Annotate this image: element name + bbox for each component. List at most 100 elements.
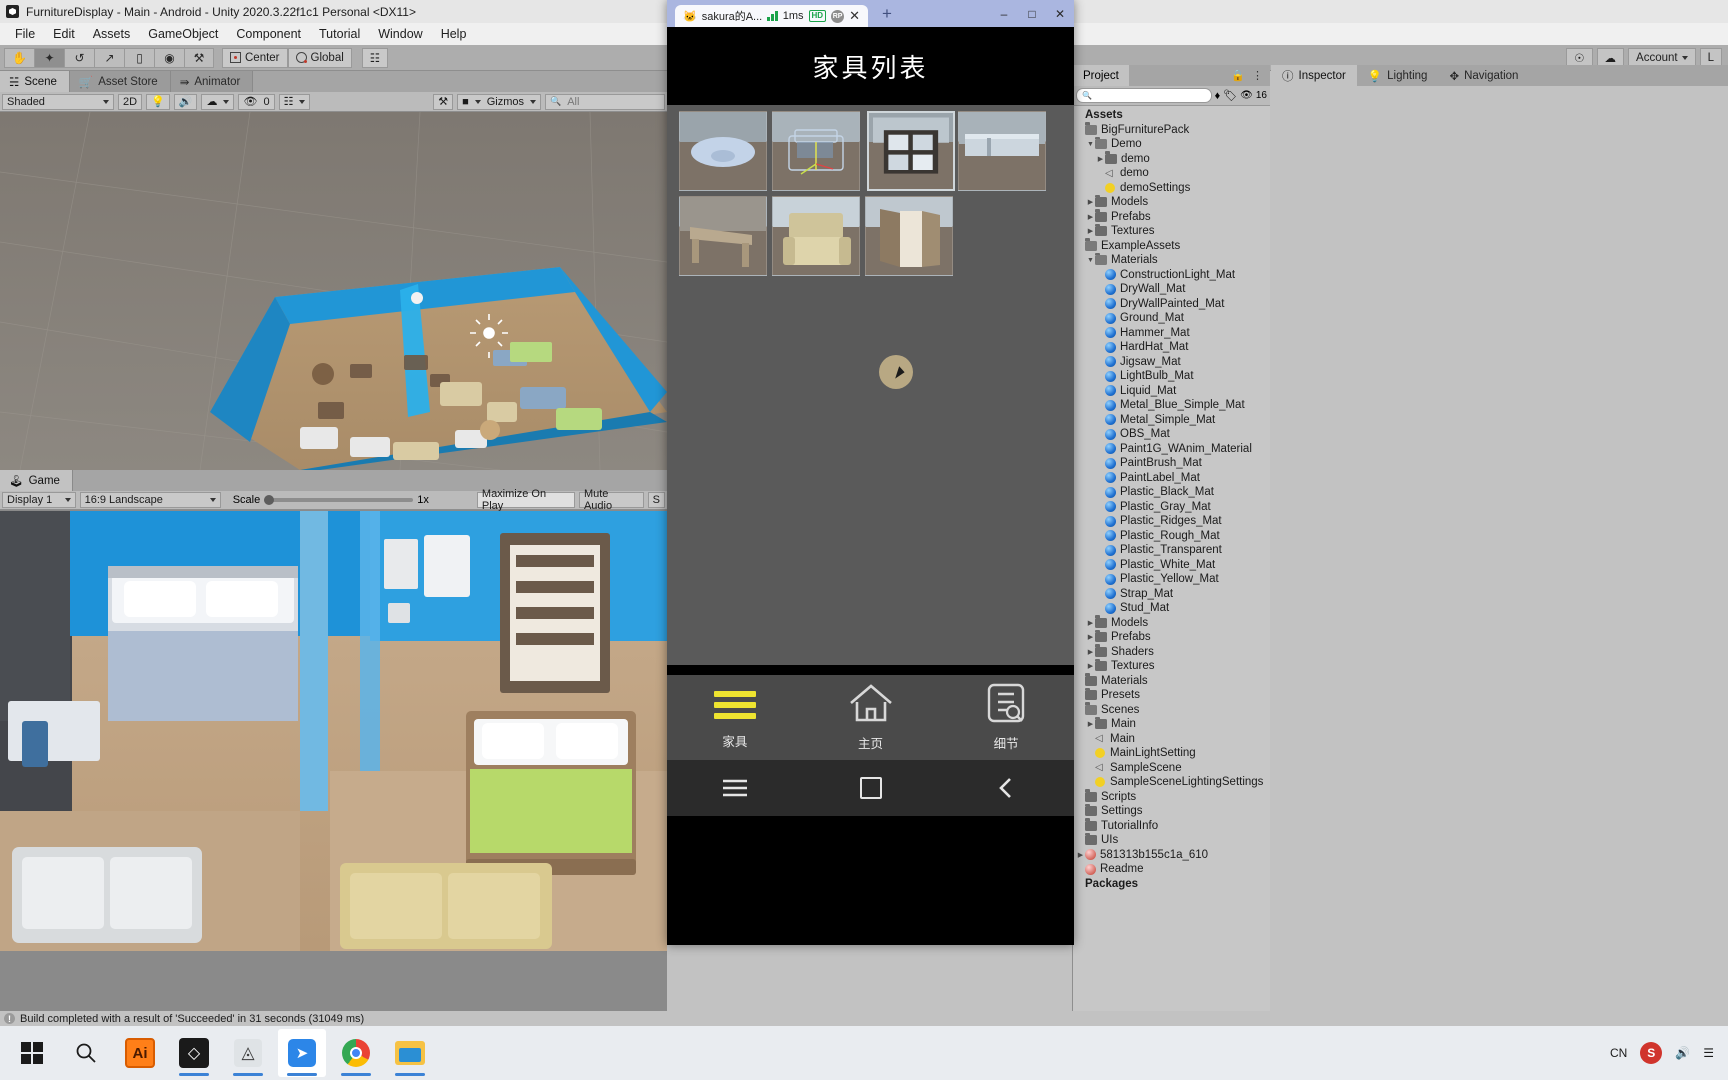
project-tree-item[interactable]: Paint1G_WAnim_Material [1073,442,1270,457]
chevron-right-icon[interactable]: ▶ [1076,851,1085,859]
project-tree-item[interactable]: Scripts [1073,789,1270,805]
project-tree-item[interactable]: Plastic_Yellow_Mat [1073,572,1270,587]
tab-navigation[interactable]: ✥ Navigation [1438,65,1529,86]
project-tree-item[interactable]: PaintBrush_Mat [1073,456,1270,471]
project-tree-item[interactable]: Plastic_Ridges_Mat [1073,514,1270,529]
project-tree-item[interactable]: Metal_Simple_Mat [1073,413,1270,428]
fx-dropdown[interactable]: ☁ [201,93,235,110]
project-tree-item[interactable]: demoSettings [1073,181,1270,196]
furniture-item-desk[interactable] [679,196,767,276]
close-icon[interactable]: ✕ [849,8,860,24]
nav-item-details[interactable]: 细节 [938,675,1074,760]
kebab-menu-icon[interactable]: ⋮ [1252,69,1263,82]
scene-lighting-toggle[interactable]: 💡 [146,93,170,110]
project-search-input[interactable]: 🔍 [1076,88,1212,103]
chevron-down-icon[interactable]: ▼ [1086,257,1095,264]
search-button[interactable] [62,1029,110,1077]
project-tree-item[interactable]: PaintLabel_Mat [1073,471,1270,486]
hand-tool-icon[interactable]: ✋ [4,47,34,68]
project-tree-item[interactable]: Metal_Blue_Simple_Mat [1073,398,1270,413]
filter-by-label-icon[interactable]: 🏷 [1223,89,1237,102]
project-tree-item[interactable]: ExampleAssets [1073,238,1270,254]
start-button[interactable] [8,1029,56,1077]
lock-icon[interactable]: 🔒 [1231,69,1245,82]
tab-inspector[interactable]: ⓘ Inspector [1271,65,1357,86]
furniture-item-sofa[interactable] [772,111,860,191]
menu-item-help[interactable]: Help [432,25,476,43]
draw-mode-dropdown[interactable]: Shaded [2,93,114,110]
project-tree-item[interactable]: ▶ 581313b155c1a_610 [1073,848,1270,863]
project-tree-item[interactable]: ◁ demo [1073,166,1270,181]
chevron-right-icon[interactable]: ▶ [1086,633,1095,641]
project-tree-item[interactable]: ▶ Models [1073,615,1270,631]
menu-item-gameobject[interactable]: GameObject [139,25,227,43]
project-tree-item[interactable]: Materials [1073,673,1270,689]
scale-slider[interactable] [264,495,414,505]
transform-tool-icon[interactable]: ◉ [154,47,184,68]
project-tree-item[interactable]: Readme [1073,862,1270,877]
maximize-on-play-button[interactable]: Maximize On Play [476,488,575,512]
project-tree-item[interactable]: DryWall_Mat [1073,282,1270,297]
project-tree-item[interactable]: Assets [1073,108,1270,123]
furniture-item-basin[interactable] [679,111,767,191]
project-tree-item[interactable]: LightBulb_Mat [1073,369,1270,384]
nav-item-furniture[interactable]: 家具 [667,675,803,760]
chevron-right-icon[interactable]: ▶ [1086,619,1095,627]
project-tree-item[interactable]: Liquid_Mat [1073,384,1270,399]
furniture-item-shelf[interactable] [867,111,955,191]
stats-button[interactable]: S [647,492,665,508]
project-tree-item[interactable]: TutorialInfo [1073,818,1270,834]
scene-camera-dropdown[interactable]: ☷ [278,93,311,110]
scale-tool-icon[interactable]: ↗ [94,47,124,68]
back-icon[interactable] [938,776,1074,800]
project-tree-item[interactable]: ▼ Demo [1073,136,1270,152]
unity-editor-app[interactable]: ◇ [170,1029,218,1077]
project-tree-item[interactable]: Hammer_Mat [1073,326,1270,341]
project-tree-item[interactable]: ▼ Materials [1073,252,1270,268]
display-dropdown[interactable]: Display 1 [2,492,76,508]
furniture-item-sideboard[interactable] [958,111,1046,191]
chevron-right-icon[interactable]: ▶ [1086,198,1095,206]
new-tab-button[interactable]: + [882,4,892,24]
filter-by-type-icon[interactable]: ♦ [1215,90,1221,102]
aspect-dropdown[interactable]: 16:9 Landscape [79,492,221,508]
pivot-mode-button[interactable]: Center [222,47,288,68]
project-tree-item[interactable]: Plastic_Transparent [1073,543,1270,558]
project-tree-item[interactable]: Plastic_White_Mat [1073,558,1270,573]
project-tree-item[interactable]: SampleSceneLightingSettings [1073,775,1270,790]
chevron-down-icon[interactable]: ▼ [1086,141,1095,148]
project-tree-item[interactable]: Jigsaw_Mat [1073,355,1270,370]
project-tree[interactable]: Assets BigFurniturePack ▼ Demo ▶ demo ◁ demo dem… [1073,106,1270,1011]
furniture-item-armchair[interactable] [772,196,860,276]
move-tool-icon[interactable]: ✦ [34,47,64,68]
tab-animator[interactable]: ⇛ Animator [170,71,254,92]
sogou-icon[interactable]: S [1640,1042,1663,1064]
pivot-rotation-button[interactable]: Global [287,47,352,68]
tab-asset-store[interactable]: 🛒 Asset Store [69,71,171,92]
emulator-tab[interactable]: 🐱 sakura的A... 1ms HD RP ✕ [675,5,868,27]
scene-viewport[interactable] [0,112,667,470]
project-tree-item[interactable]: Settings [1073,803,1270,819]
project-tree-item[interactable]: MainLightSetting [1073,746,1270,761]
project-tree-item[interactable]: ConstructionLight_Mat [1073,268,1270,283]
project-tree-item[interactable]: Ground_Mat [1073,311,1270,326]
project-tree-item[interactable]: ▶ Textures [1073,658,1270,674]
hidden-objects-toggle[interactable]: 👁 0 [238,93,275,110]
gizmos-dropdown[interactable]: ■ Gizmos [457,93,541,110]
project-tree-item[interactable]: ◁ SampleScene [1073,761,1270,776]
project-tree-item[interactable]: UIs [1073,832,1270,848]
project-tree-item[interactable]: Plastic_Black_Mat [1073,485,1270,500]
project-tree-item[interactable]: Scenes [1073,702,1270,718]
chevron-right-icon[interactable]: ▶ [1086,227,1095,235]
project-tree-item[interactable]: ▶ Textures [1073,223,1270,239]
project-tree-item[interactable]: Strap_Mat [1073,587,1270,602]
project-tree-item[interactable]: Packages [1073,877,1270,892]
menu-item-edit[interactable]: Edit [44,25,84,43]
project-tree-item[interactable]: DryWallPainted_Mat [1073,297,1270,312]
tab-game[interactable]: 🕹 Game [0,470,73,491]
tab-project[interactable]: Project [1073,65,1129,86]
visibility-toggle[interactable]: 👁 [1240,90,1253,101]
menu-icon[interactable] [667,778,803,798]
chevron-right-icon[interactable]: ▶ [1086,662,1095,670]
chrome-app[interactable] [332,1029,380,1077]
